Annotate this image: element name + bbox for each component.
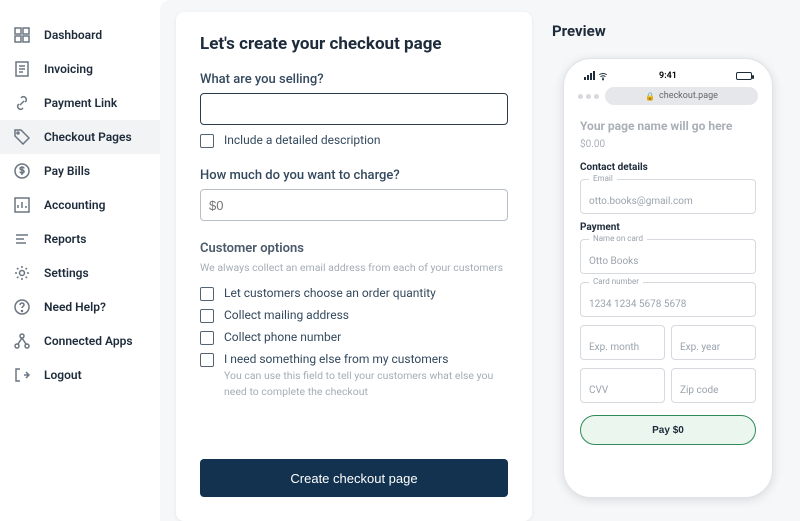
main-area: Let's create your checkout page What are… <box>160 0 800 521</box>
sidebar-item-label: Dashboard <box>44 28 102 42</box>
opt-mailing-checkbox[interactable] <box>200 309 214 323</box>
preview-name-value: Otto Books <box>589 256 638 267</box>
wifi-icon <box>598 71 608 81</box>
sidebar-item-label: Logout <box>44 368 82 382</box>
preview-payment-title: Payment <box>580 222 756 233</box>
preview-name-label: Name on card <box>589 234 647 243</box>
url-bar: 🔒 checkout.page <box>605 87 758 105</box>
invoicing-icon <box>14 61 30 77</box>
preview-email-value: otto.books@gmail.com <box>589 196 693 207</box>
customer-options-subtitle: We always collect an email address from … <box>200 260 508 276</box>
link-icon <box>14 95 30 111</box>
preview-cvv-field[interactable]: CVV <box>580 368 665 403</box>
sidebar-item-logout[interactable]: Logout <box>0 358 160 392</box>
sidebar-item-label: Pay Bills <box>44 164 90 178</box>
opt-other-helper: You can use this field to tell your cust… <box>224 368 508 400</box>
preview-exp-year-field[interactable]: Exp. year <box>671 325 756 360</box>
sidebar-item-dashboard[interactable]: Dashboard <box>0 18 160 52</box>
preview-price: $0.00 <box>580 139 756 150</box>
network-icon <box>14 333 30 349</box>
battery-icon <box>736 72 752 80</box>
customer-options-title: Customer options <box>200 241 508 256</box>
opt-mailing-label: Collect mailing address <box>224 308 349 322</box>
preview-column: Preview 9:41 🔒 checkout.page Your page n… <box>552 12 784 521</box>
lock-icon: 🔒 <box>645 92 655 101</box>
preview-card-label: Card number <box>589 277 643 286</box>
selling-input[interactable] <box>200 93 508 125</box>
selling-label: What are you selling? <box>200 72 508 87</box>
signal-icon <box>584 72 595 80</box>
phone-preview: 9:41 🔒 checkout.page Your page name will… <box>563 58 773 498</box>
preview-pay-button[interactable]: Pay $0 <box>580 415 756 445</box>
preview-exp-year-value: Exp. year <box>680 342 720 353</box>
sidebar-item-invoicing[interactable]: Invoicing <box>0 52 160 86</box>
sidebar-item-checkout-pages[interactable]: Checkout Pages <box>0 120 160 154</box>
opt-phone-label: Collect phone number <box>224 330 341 344</box>
phone-statusbar: 9:41 <box>574 69 762 87</box>
sidebar-item-label: Need Help? <box>44 300 106 314</box>
opt-other-checkbox[interactable] <box>200 353 214 367</box>
preview-contact-title: Contact details <box>580 162 756 173</box>
sidebar-item-settings[interactable]: Settings <box>0 256 160 290</box>
preview-page-name: Your page name will go here <box>580 119 756 133</box>
opt-quantity-label: Let customers choose an order quantity <box>224 286 436 300</box>
sidebar-item-pay-bills[interactable]: Pay Bills <box>0 154 160 188</box>
sidebar-item-label: Invoicing <box>44 62 93 76</box>
preview-exp-month-field[interactable]: Exp. month <box>580 325 665 360</box>
preview-email-label: Email <box>589 174 617 183</box>
form-title: Let's create your checkout page <box>200 34 508 54</box>
gear-icon <box>14 265 30 281</box>
opt-other-label: I need something else from my customers <box>224 352 448 366</box>
charge-label: How much do you want to charge? <box>200 168 508 183</box>
chart-icon <box>14 197 30 213</box>
sidebar: Dashboard Invoicing Payment Link Checkou… <box>0 0 160 521</box>
dollar-icon <box>14 163 30 179</box>
preview-name-field[interactable]: Name on card Otto Books <box>580 239 756 274</box>
preview-heading: Preview <box>552 22 784 40</box>
sidebar-item-reports[interactable]: Reports <box>0 222 160 256</box>
preview-zip-field[interactable]: Zip code <box>671 368 756 403</box>
preview-zip-value: Zip code <box>680 385 718 396</box>
include-description-checkbox[interactable] <box>200 134 214 148</box>
tag-icon <box>14 129 30 145</box>
preview-cvv-value: CVV <box>589 385 608 396</box>
preview-exp-month-value: Exp. month <box>589 342 639 353</box>
create-checkout-button[interactable]: Create checkout page <box>200 459 508 497</box>
opt-phone-checkbox[interactable] <box>200 331 214 345</box>
sidebar-item-label: Checkout Pages <box>44 130 132 144</box>
opt-quantity-checkbox[interactable] <box>200 287 214 301</box>
reports-icon <box>14 231 30 247</box>
sidebar-item-label: Connected Apps <box>44 334 133 348</box>
include-description-label: Include a detailed description <box>224 133 381 147</box>
window-dots <box>578 94 599 99</box>
sidebar-item-need-help[interactable]: Need Help? <box>0 290 160 324</box>
checkout-form-card: Let's create your checkout page What are… <box>176 12 532 521</box>
sidebar-item-payment-link[interactable]: Payment Link <box>0 86 160 120</box>
sidebar-item-connected-apps[interactable]: Connected Apps <box>0 324 160 358</box>
logout-icon <box>14 367 30 383</box>
preview-card-field[interactable]: Card number 1234 1234 5678 5678 <box>580 282 756 317</box>
charge-input[interactable] <box>200 189 508 221</box>
sidebar-item-label: Accounting <box>44 198 105 212</box>
sidebar-item-label: Settings <box>44 266 89 280</box>
url-text: checkout.page <box>659 91 718 101</box>
dashboard-icon <box>14 27 30 43</box>
sidebar-item-label: Payment Link <box>44 96 117 110</box>
sidebar-item-accounting[interactable]: Accounting <box>0 188 160 222</box>
help-icon <box>14 299 30 315</box>
status-time: 9:41 <box>624 71 712 81</box>
preview-email-field[interactable]: Email otto.books@gmail.com <box>580 179 756 214</box>
sidebar-item-label: Reports <box>44 232 86 246</box>
preview-card-value: 1234 1234 5678 5678 <box>589 299 686 310</box>
